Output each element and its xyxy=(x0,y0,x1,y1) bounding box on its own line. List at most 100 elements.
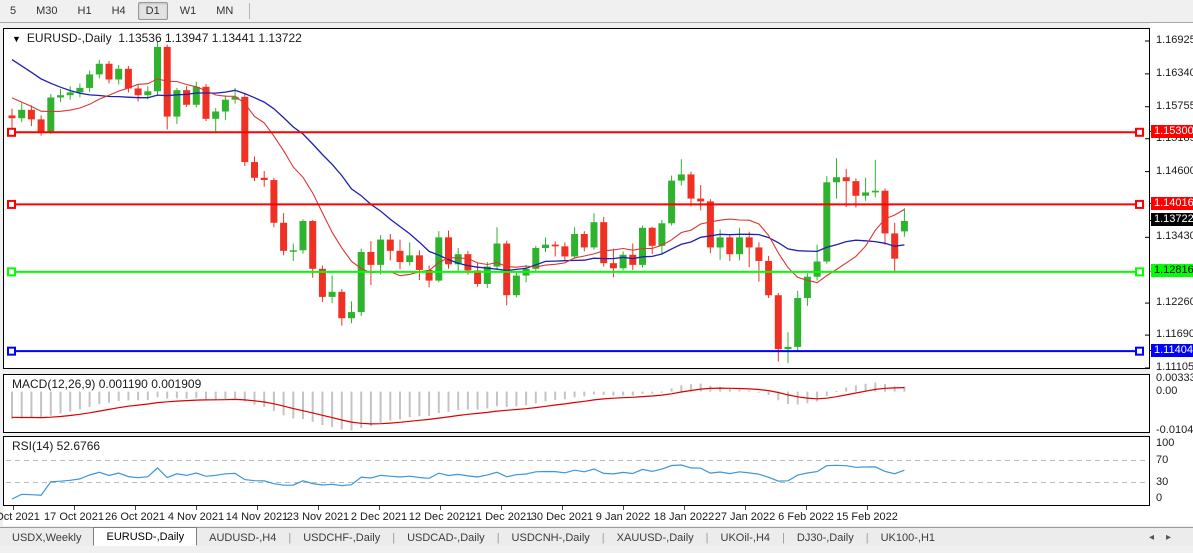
date-tick xyxy=(440,506,441,510)
macd-histogram-bar xyxy=(127,392,129,401)
price-level-tag: 1.15300 xyxy=(1151,125,1193,138)
line-endpoint-handle[interactable] xyxy=(8,201,15,208)
macd-histogram-bar xyxy=(283,392,285,416)
macd-histogram-bar xyxy=(157,392,159,398)
timeframe-button-m30[interactable]: M30 xyxy=(28,2,65,20)
rsi-chart xyxy=(4,437,1149,505)
candle-body-bear xyxy=(746,237,753,247)
macd-histogram-bar xyxy=(292,392,294,419)
macd-histogram-bar xyxy=(448,392,450,412)
candle-body-bear xyxy=(261,178,268,180)
chart-tab-ukoil-h4[interactable]: UKOil-,H4 xyxy=(709,530,783,546)
timeframe-button-h4[interactable]: H4 xyxy=(104,2,134,20)
chart-tab-uk100-h1[interactable]: UK100-,H1 xyxy=(869,530,947,546)
line-endpoint-handle[interactable] xyxy=(1136,201,1143,208)
macd-histogram-bar xyxy=(603,392,605,395)
rsi-axis-label: 100 xyxy=(1156,437,1174,449)
macd-histogram-bar xyxy=(758,392,760,393)
mt4-terminal: { "toolbar": { "timeframes": [ {"label":… xyxy=(0,0,1193,553)
macd-histogram-bar xyxy=(826,392,828,396)
candle-body-bear xyxy=(629,255,636,265)
macd-histogram-bar xyxy=(428,392,430,416)
chart-tab-xauusd-daily[interactable]: XAUUSD-,Daily xyxy=(605,530,706,546)
tab-scroll-right-icon[interactable]: ▸ xyxy=(1166,532,1183,543)
macd-histogram-bar xyxy=(370,392,372,427)
chart-tab-audusd-h4[interactable]: AUDUSD-,H4 xyxy=(197,530,288,546)
macd-histogram-bar xyxy=(564,392,566,399)
macd-histogram-bar xyxy=(224,392,226,399)
candle-body-bull xyxy=(823,182,830,261)
date-tick xyxy=(623,506,624,510)
price-axis-label: 1.13430 xyxy=(1156,230,1193,242)
candle-body-bear xyxy=(251,162,258,178)
macd-histogram-bar xyxy=(729,389,731,392)
macd-histogram-bar xyxy=(506,392,508,407)
candle-body-bear xyxy=(183,90,190,105)
macd-histogram-bar xyxy=(583,392,585,397)
macd-histogram-bar xyxy=(195,392,197,398)
chart-tab-usdchf-daily[interactable]: USDCHF-,Daily xyxy=(291,530,392,546)
candle-body-bear xyxy=(464,254,471,270)
line-endpoint-handle[interactable] xyxy=(8,268,15,275)
price-level-tag: 1.14016 xyxy=(1151,197,1193,210)
candle-body-bear xyxy=(280,223,287,251)
line-endpoint-handle[interactable] xyxy=(8,129,15,136)
tab-scroll-arrows[interactable]: ◂▸ xyxy=(1149,532,1183,543)
chart-dropdown-icon[interactable]: ▼ xyxy=(12,34,21,44)
timeframe-button-d1[interactable]: D1 xyxy=(138,2,168,20)
candle-body-bull xyxy=(290,250,297,252)
price-chart-panel[interactable]: ▼EURUSD-,Daily 1.13536 1.13947 1.13441 1… xyxy=(3,28,1150,369)
line-endpoint-handle[interactable] xyxy=(1136,268,1143,275)
rsi-panel[interactable]: RSI(14) 52.6766 xyxy=(3,436,1150,506)
timeframe-button-5[interactable]: 5 xyxy=(2,2,24,20)
candle-body-bull xyxy=(358,252,365,312)
timeframe-button-w1[interactable]: W1 xyxy=(172,2,205,20)
macd-histogram-bar xyxy=(748,390,750,391)
candle-body-bull xyxy=(901,221,908,231)
candle-body-bull xyxy=(329,292,336,297)
chart-tab-usdcnh-daily[interactable]: USDCNH-,Daily xyxy=(500,530,602,546)
macd-histogram-bar xyxy=(671,388,673,391)
candle-body-bull xyxy=(717,237,724,247)
line-endpoint-handle[interactable] xyxy=(1136,348,1143,355)
macd-histogram-bar xyxy=(739,389,741,391)
macd-histogram-bar xyxy=(399,392,401,420)
candle-body-bull xyxy=(115,69,122,80)
chart-tab-usdcad-daily[interactable]: USDCAD-,Daily xyxy=(395,530,497,546)
macd-histogram-bar xyxy=(263,392,265,407)
macd-histogram-bar xyxy=(816,392,818,402)
candle-body-bull xyxy=(785,347,792,349)
candle-body-bull xyxy=(377,240,384,265)
tab-scroll-left-icon[interactable]: ◂ xyxy=(1149,532,1166,543)
macd-histogram-bar xyxy=(680,385,682,391)
candle-body-bear xyxy=(843,177,850,181)
macd-axis-label: 0.00 xyxy=(1156,385,1177,397)
chart-tab-dj30-daily[interactable]: DJ30-,Daily xyxy=(785,530,866,546)
macd-histogram-bar xyxy=(418,392,420,417)
macd-histogram-bar xyxy=(525,392,527,406)
candle-body-bear xyxy=(387,240,394,251)
candlestick-chart[interactable] xyxy=(4,29,1149,368)
date-axis[interactable]: 7 Oct 202117 Oct 202126 Oct 20214 Nov 20… xyxy=(3,506,1150,526)
price-axis[interactable]: 1.169251.163401.157551.151851.146001.134… xyxy=(1150,23,1193,526)
line-endpoint-handle[interactable] xyxy=(1136,129,1143,136)
macd-histogram-bar xyxy=(661,392,663,393)
macd-histogram-bar xyxy=(321,392,323,425)
timeframe-button-h1[interactable]: H1 xyxy=(70,2,100,20)
macd-histogram-bar xyxy=(21,392,23,419)
candle-body-bear xyxy=(775,295,782,349)
chart-tab-usdx-weekly[interactable]: USDX,Weekly xyxy=(0,530,93,546)
chart-tab-eurusd-daily[interactable]: EURUSD-,Daily xyxy=(93,527,197,546)
date-tick xyxy=(745,506,746,510)
timeframe-button-mn[interactable]: MN xyxy=(208,2,241,20)
line-endpoint-handle[interactable] xyxy=(8,348,15,355)
macd-panel[interactable]: MACD(12,26,9) 0.001190 0.001909 xyxy=(3,374,1150,433)
macd-histogram-bar xyxy=(700,384,702,392)
chart-symbol-label: EURUSD-,Daily xyxy=(27,31,112,45)
macd-histogram-bar xyxy=(79,392,81,410)
macd-axis-label: -0.010439 xyxy=(1156,424,1193,436)
macd-histogram-bar xyxy=(176,392,178,399)
macd-histogram-bar xyxy=(205,392,207,400)
candle-body-bear xyxy=(106,64,113,80)
candle-body-bear xyxy=(28,110,35,120)
